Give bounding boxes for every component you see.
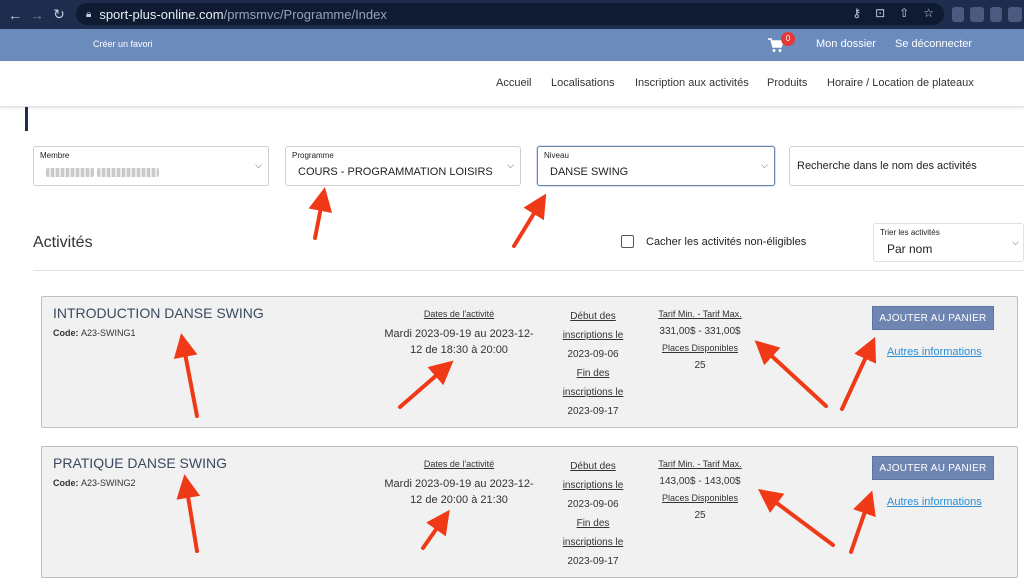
install-icon[interactable]: ⊡ [875, 6, 885, 20]
extension-icon[interactable] [970, 7, 984, 22]
member-value-redacted [46, 168, 160, 180]
registration-period: Début des inscriptions le 2023-09-06 Fin… [549, 457, 637, 571]
start-date: 2023-09-06 [567, 499, 619, 510]
hide-ineligible-checkbox[interactable] [621, 235, 634, 248]
program-label: Programme [292, 151, 334, 160]
share-icon[interactable]: ⇧ [899, 6, 909, 20]
url-host: sport-plus-online.com [99, 6, 224, 22]
end-label-2: inscriptions le [562, 537, 624, 548]
program-value: COURS - PROGRAMMATION LOISIRS [298, 166, 493, 178]
lock-icon: 🔒︎ [86, 8, 92, 20]
hide-ineligible-label: Cacher les activités non-éligibles [646, 236, 807, 248]
level-value: DANSE SWING [550, 166, 629, 178]
start-label-1: Début des [570, 461, 616, 472]
sort-label: Trier les activités [880, 228, 940, 237]
start-label-2: inscriptions le [562, 480, 624, 491]
site-top-bar: Créer un favori 0 Mon dossier Se déconne… [0, 29, 1024, 61]
start-label-1: Début des [570, 311, 616, 322]
star-icon[interactable]: ☆ [923, 6, 934, 20]
create-favorite-link[interactable]: Créer un favori [93, 39, 153, 49]
reload-icon[interactable]: ↻ [48, 6, 70, 23]
price-label: Tarif Min. - Tarif Max. [658, 459, 742, 469]
activities-heading: Activités [33, 234, 93, 251]
accent-bar [25, 107, 28, 131]
nav-item-registration[interactable]: Inscription aux activités [635, 77, 749, 89]
nav-item-locations[interactable]: Localisations [551, 77, 615, 89]
price-label: Tarif Min. - Tarif Max. [658, 309, 742, 319]
browser-toolbar: ← → ↻ 🔒︎ sport-plus-online.com/prmsmvc/P… [0, 0, 1024, 29]
dates-line1: Mardi 2023-09-19 au 2023-12- [384, 478, 534, 490]
dates-line2: 12 de 18:30 à 20:00 [410, 344, 508, 356]
dates-line1: Mardi 2023-09-19 au 2023-12- [384, 328, 534, 340]
member-label: Membre [40, 151, 70, 160]
sort-value: Par nom [887, 242, 933, 256]
activity-card: PRATIQUE DANSE SWING Code: A23-SWING2 Da… [41, 446, 1018, 578]
nav-item-products[interactable]: Produits [767, 77, 807, 89]
places-label: Places Disponibles [661, 343, 739, 353]
end-label-1: Fin des [576, 518, 610, 529]
start-label-2: inscriptions le [562, 330, 624, 341]
end-date: 2023-09-17 [567, 556, 619, 567]
places-label: Places Disponibles [661, 493, 739, 503]
more-info-link[interactable]: Autres informations [887, 496, 982, 508]
search-placeholder: Recherche dans le nom des activités [797, 160, 977, 172]
key-icon[interactable]: ⚷ [852, 6, 861, 20]
price-range: 143,00$ - 143,00$ [659, 476, 741, 487]
chevron-down-icon: ⌵ [761, 160, 768, 170]
activity-card: INTRODUCTION DANSE SWING Code: A23-SWING… [41, 296, 1018, 428]
price-info: Tarif Min. - Tarif Max. 143,00$ - 143,00… [647, 456, 753, 524]
extension-icon[interactable] [990, 7, 1002, 22]
activity-code: Code: A23-SWING1 [53, 328, 136, 338]
forward-arrow-icon[interactable]: → [26, 7, 48, 23]
chevron-down-icon: ⌵ [255, 160, 262, 170]
nav-item-schedule[interactable]: Horaire / Location de plateaux [827, 77, 974, 89]
chevron-down-icon: ⌵ [1012, 237, 1019, 247]
start-date: 2023-09-06 [567, 349, 619, 360]
end-date: 2023-09-17 [567, 406, 619, 417]
url-path: /prmsmvc/Programme/Index [223, 6, 387, 22]
extension-icon[interactable] [952, 7, 964, 22]
level-select[interactable]: Niveau DANSE SWING ⌵ [537, 146, 775, 186]
activity-code: Code: A23-SWING2 [53, 478, 136, 488]
registration-period: Début des inscriptions le 2023-09-06 Fin… [549, 307, 637, 421]
main-navigation: Accueil Localisations Inscription aux ac… [0, 61, 1024, 107]
dates-label: Dates de l'activité [423, 459, 495, 469]
activity-title: INTRODUCTION DANSE SWING [53, 305, 264, 321]
dates-line2: 12 de 20:00 à 21:30 [410, 494, 508, 506]
logout-link[interactable]: Se déconnecter [895, 38, 972, 50]
back-arrow-icon[interactable]: ← [4, 7, 26, 23]
divider [33, 270, 1024, 271]
program-select[interactable]: Programme COURS - PROGRAMMATION LOISIRS … [285, 146, 521, 186]
address-bar[interactable]: 🔒︎ sport-plus-online.com/prmsmvc/Program… [76, 3, 944, 25]
activity-search-input[interactable]: Recherche dans le nom des activités [789, 146, 1024, 186]
nav-item-home[interactable]: Accueil [496, 77, 531, 89]
my-file-link[interactable]: Mon dossier [816, 38, 876, 50]
activity-dates: Dates de l'activité Mardi 2023-09-19 au … [384, 306, 534, 358]
sort-select[interactable]: Trier les activités Par nom ⌵ [873, 223, 1024, 262]
annotation-arrow [308, 187, 333, 240]
places-count: 25 [694, 360, 706, 371]
add-to-cart-button[interactable]: AJOUTER AU PANIER [872, 306, 994, 330]
dates-label: Dates de l'activité [423, 309, 495, 319]
chevron-down-icon: ⌵ [507, 160, 514, 170]
places-count: 25 [694, 510, 706, 521]
more-info-link[interactable]: Autres informations [887, 346, 982, 358]
end-label-2: inscriptions le [562, 387, 624, 398]
profile-avatar[interactable] [1008, 7, 1022, 22]
end-label-1: Fin des [576, 368, 610, 379]
member-select[interactable]: Membre ⌵ [33, 146, 269, 186]
annotation-arrow [512, 193, 547, 248]
cart-count-badge: 0 [781, 32, 795, 46]
activity-title: PRATIQUE DANSE SWING [53, 455, 227, 471]
price-info: Tarif Min. - Tarif Max. 331,00$ - 331,00… [647, 306, 753, 374]
activity-dates: Dates de l'activité Mardi 2023-09-19 au … [384, 456, 534, 508]
price-range: 331,00$ - 331,00$ [659, 326, 741, 337]
add-to-cart-button[interactable]: AJOUTER AU PANIER [872, 456, 994, 480]
level-label: Niveau [544, 151, 569, 160]
